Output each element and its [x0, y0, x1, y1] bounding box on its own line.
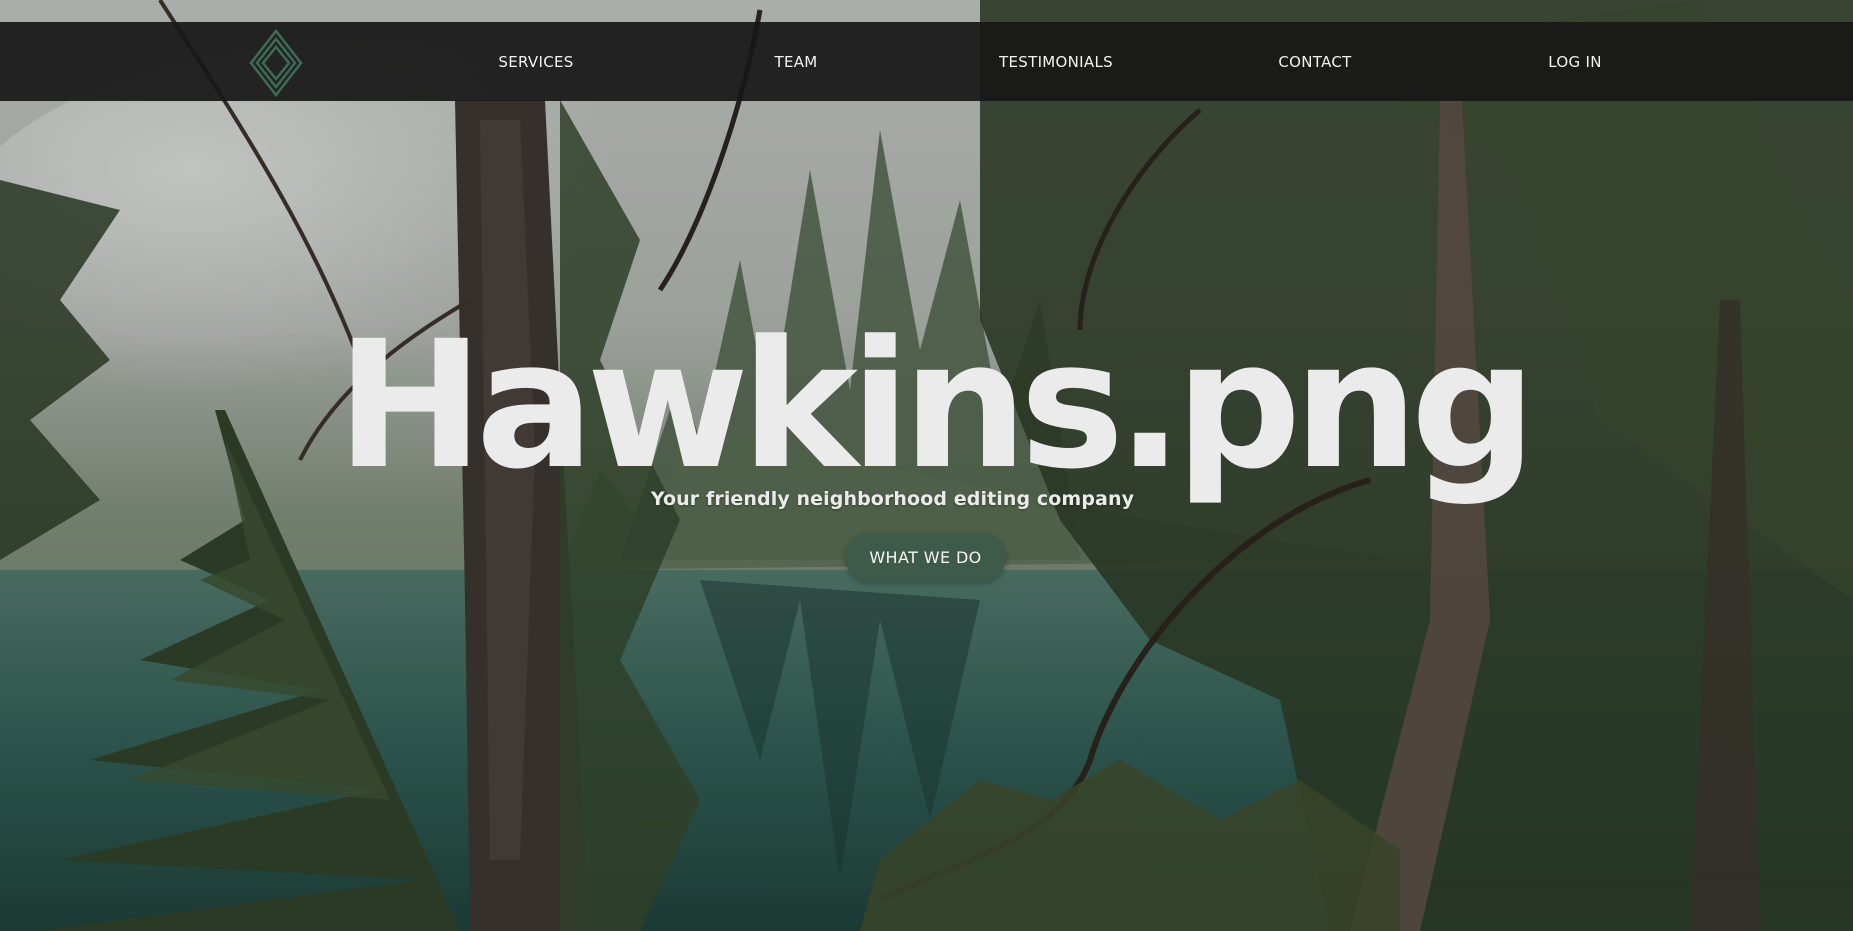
nav-login-link[interactable]: LOG IN [1548, 22, 1601, 101]
what-we-do-button[interactable]: WHAT WE DO [845, 533, 1006, 582]
nav-contact-link[interactable]: CONTACT [1278, 22, 1351, 101]
hero-subtitle: Your friendly neighborhood editing compa… [650, 488, 1135, 510]
diamond-logo-icon[interactable] [246, 28, 306, 98]
nav-testimonials-link[interactable]: TESTIMONIALS [999, 22, 1113, 101]
nav-team-link[interactable]: TEAM [774, 22, 817, 101]
top-navbar: SERVICES TEAM TESTIMONIALS CONTACT LOG I… [0, 22, 1853, 101]
nav-services-link[interactable]: SERVICES [498, 22, 573, 101]
hero-title: Hawkins.png [336, 303, 1536, 508]
